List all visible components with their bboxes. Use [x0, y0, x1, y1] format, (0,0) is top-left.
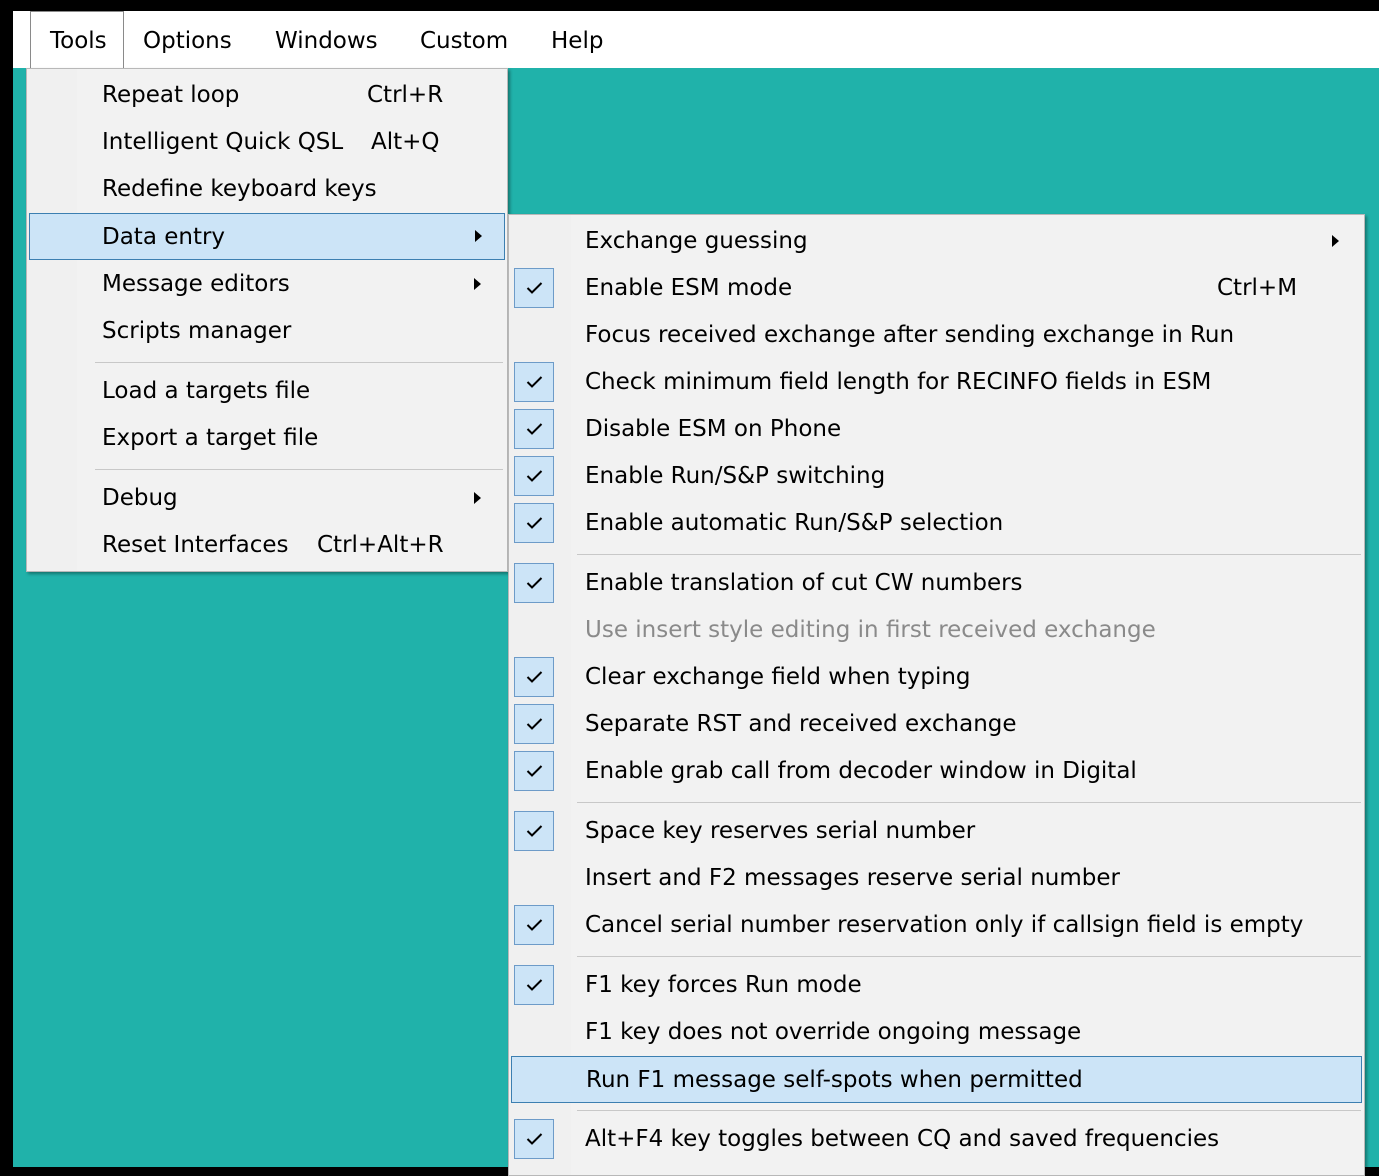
- menu-item-label: Exchange guessing: [585, 228, 808, 254]
- menu-item-disable-esm-on-phone[interactable]: Disable ESM on Phone: [509, 406, 1364, 453]
- menu-item-label: Enable automatic Run/S&P selection: [585, 510, 1004, 536]
- menu-item-label: Disable ESM on Phone: [585, 416, 842, 442]
- menu-item-intelligent-quick-qsl[interactable]: Intelligent Quick QSL Alt+Q: [27, 119, 507, 166]
- menu-item-enable-automatic-run-s-p-selection[interactable]: Enable automatic Run/S&P selection: [509, 500, 1364, 547]
- menu-item-label: Focus received exchange after sending ex…: [585, 322, 1235, 348]
- menu-item-label: Redefine keyboard keys: [102, 176, 377, 202]
- menu-item-enable-run-s-p-switching[interactable]: Enable Run/S&P switching: [509, 453, 1364, 500]
- menu-separator: [577, 956, 1361, 957]
- menu-item-label: Clear exchange field when typing: [585, 664, 971, 690]
- checkmark-icon: [514, 456, 554, 496]
- menu-tools[interactable]: Tools: [30, 11, 124, 68]
- menu-item-enable-translation-of-cut-cw-numbers[interactable]: Enable translation of cut CW numbers: [509, 560, 1364, 607]
- checkmark-icon: [514, 965, 554, 1005]
- menu-item-insert-and-f2-messages-reserve-serial-number[interactable]: Insert and F2 messages reserve serial nu…: [509, 855, 1364, 902]
- menu-item-enable-grab-call-from-decoder-window-in-digital[interactable]: Enable grab call from decoder window in …: [509, 748, 1364, 795]
- menu-item-label: Check minimum field length for RECINFO f…: [585, 369, 1212, 395]
- menu-item-separate-rst-and-received-exchange[interactable]: Separate RST and received exchange: [509, 701, 1364, 748]
- menu-item-message-editors[interactable]: Message editors: [27, 261, 507, 308]
- menu-item-label: Alt+F4 key toggles between CQ and saved …: [585, 1126, 1220, 1152]
- menu-item-enable-esm-mode[interactable]: Enable ESM mode Ctrl+M: [509, 265, 1364, 312]
- menu-item-cancel-serial-number-reservation-only-if-callsign-field-is-empty[interactable]: Cancel serial number reservation only if…: [509, 902, 1364, 949]
- submenu-arrow-icon: [474, 492, 481, 504]
- menu-separator: [577, 1110, 1361, 1111]
- menu-custom[interactable]: Custom: [401, 11, 527, 68]
- menu-item-label: Data entry: [102, 224, 226, 250]
- menu-item-label: Separate RST and received exchange: [585, 711, 1017, 737]
- menu-item-repeat-loop[interactable]: Repeat loop Ctrl+R: [27, 72, 507, 119]
- menu-item-label: Insert and F2 messages reserve serial nu…: [585, 865, 1120, 891]
- checkmark-icon: [514, 1119, 554, 1159]
- menu-item-shortcut: Ctrl+R: [367, 82, 444, 108]
- submenu-arrow-icon: [1332, 235, 1339, 247]
- menu-item-shortcut: Alt+Q: [371, 129, 440, 155]
- menu-item-f1-key-forces-run-mode[interactable]: F1 key forces Run mode: [509, 962, 1364, 1009]
- menu-item-label: F1 key does not override ongoing message: [585, 1019, 1082, 1045]
- menu-item-focus-received-exchange-after-sending-exchange-in-run[interactable]: Focus received exchange after sending ex…: [509, 312, 1364, 359]
- menu-item-exchange-guessing[interactable]: Exchange guessing: [509, 218, 1364, 265]
- menu-item-label: Run F1 message self-spots when permitted: [586, 1067, 1083, 1093]
- menu-item-label: Reset Interfaces: [102, 532, 289, 558]
- menu-item-label: Enable grab call from decoder window in …: [585, 758, 1137, 784]
- tools-dropdown-menu: Repeat loop Ctrl+R Intelligent Quick QSL…: [26, 68, 508, 572]
- menu-item-label: Load a targets file: [102, 378, 311, 404]
- submenu-arrow-icon: [475, 230, 482, 242]
- menu-item-check-minimum-field-length-for-recinfo-fields-in-esm[interactable]: Check minimum field length for RECINFO f…: [509, 359, 1364, 406]
- menu-item-use-insert-style-editing-in-first-received-exchange: Use insert style editing in first receiv…: [509, 607, 1364, 654]
- menu-item-label: Enable ESM mode: [585, 275, 793, 301]
- checkmark-icon: [514, 751, 554, 791]
- menu-help[interactable]: Help: [532, 11, 622, 68]
- menu-separator: [577, 554, 1361, 555]
- data-entry-submenu: Exchange guessing Enable ESM mode Ctrl+M Fo…: [508, 214, 1365, 1176]
- menu-separator: [95, 469, 503, 470]
- menu-item-data-entry[interactable]: Data entry: [29, 213, 505, 260]
- checkmark-icon: [514, 362, 554, 402]
- menu-item-label: Message editors: [102, 271, 290, 297]
- menu-item-label: Space key reserves serial number: [585, 818, 976, 844]
- checkmark-icon: [514, 657, 554, 697]
- menu-options[interactable]: Options: [124, 11, 251, 68]
- menu-item-space-key-reserves-serial-number[interactable]: Space key reserves serial number: [509, 808, 1364, 855]
- menu-item-reset-interfaces[interactable]: Reset Interfaces Ctrl+Alt+R: [27, 522, 507, 569]
- menu-separator: [95, 362, 503, 363]
- menu-windows[interactable]: Windows: [256, 11, 397, 68]
- menu-item-label: F1 key forces Run mode: [585, 972, 862, 998]
- menu-item-scripts-manager[interactable]: Scripts manager: [27, 308, 507, 355]
- checkmark-icon: [514, 704, 554, 744]
- menu-item-label: Enable translation of cut CW numbers: [585, 570, 1023, 596]
- menu-item-load-targets-file[interactable]: Load a targets file: [27, 368, 507, 415]
- menu-item-label: Enable Run/S&P switching: [585, 463, 886, 489]
- checkmark-icon: [514, 503, 554, 543]
- menu-item-label: Cancel serial number reservation only if…: [585, 912, 1304, 938]
- checkmark-icon: [514, 563, 554, 603]
- menu-bar: Tools Options Windows Custom Help: [13, 11, 1379, 68]
- submenu-arrow-icon: [474, 278, 481, 290]
- checkmark-icon: [514, 811, 554, 851]
- checkmark-icon: [514, 905, 554, 945]
- menu-item-export-target-file[interactable]: Export a target file: [27, 415, 507, 462]
- menu-item-shortcut: Ctrl+Alt+R: [317, 532, 444, 558]
- menu-item-shortcut: Ctrl+M: [1217, 275, 1298, 301]
- menu-item-label: Repeat loop: [102, 82, 240, 108]
- checkmark-icon: [514, 268, 554, 308]
- menu-item-label: Debug: [102, 485, 178, 511]
- menu-item-redefine-keyboard-keys[interactable]: Redefine keyboard keys: [27, 166, 507, 213]
- checkmark-icon: [514, 409, 554, 449]
- menu-item-clear-exchange-field-when-typing[interactable]: Clear exchange field when typing: [509, 654, 1364, 701]
- menu-item-run-f1-message-self-spots-when-permitted[interactable]: Run F1 message self-spots when permitted: [511, 1056, 1362, 1103]
- menu-item-label: Export a target file: [102, 425, 319, 451]
- menu-item-alt-f4-key-toggles-between-cq-and-saved-frequencies[interactable]: Alt+F4 key toggles between CQ and saved …: [509, 1116, 1364, 1163]
- menu-item-f1-key-does-not-override-ongoing-message[interactable]: F1 key does not override ongoing message: [509, 1009, 1364, 1056]
- menu-item-label: Scripts manager: [102, 318, 292, 344]
- menu-separator: [577, 802, 1361, 803]
- menu-item-label: Use insert style editing in first receiv…: [585, 617, 1156, 643]
- menu-item-debug[interactable]: Debug: [27, 475, 507, 522]
- menu-item-label: Intelligent Quick QSL: [102, 129, 344, 155]
